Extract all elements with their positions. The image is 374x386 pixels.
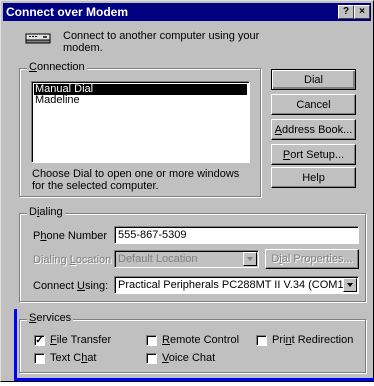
voice-chat-checkbox[interactable] [146, 353, 157, 364]
focus-highlight-vertical [14, 309, 17, 381]
help-button[interactable]: Help [271, 167, 356, 188]
dial-button-label: Dial [304, 74, 323, 86]
file-transfer-checkbox[interactable]: ✓ [34, 335, 45, 346]
close-button[interactable]: × [354, 5, 370, 19]
dialing-location-label: Dialing Location [33, 254, 112, 266]
dialing-group-label: Dialing [27, 206, 65, 218]
connect-over-modem-dialog: Connect over Modem ? × Connect to anothe… [0, 0, 374, 382]
help-button-label: Help [302, 172, 325, 184]
dial-button[interactable]: Dial [271, 69, 356, 90]
phone-number-input[interactable]: 555-867-5309 [114, 226, 359, 244]
modem-icon [25, 33, 51, 44]
address-book-button-label: Address Book... [274, 124, 353, 136]
question-mark-icon: ? [342, 6, 350, 17]
text-chat-label[interactable]: Text Chat [50, 352, 97, 364]
title-bar[interactable]: Connect over Modem ? × [3, 3, 371, 21]
connection-listbox[interactable]: Manual Dial Madeline [31, 81, 250, 163]
remote-control-checkbox[interactable] [146, 335, 157, 346]
cancel-button[interactable]: Cancel [271, 94, 356, 115]
dialing-location-select[interactable]: Default Location [114, 250, 259, 268]
services-group: Services [19, 312, 366, 373]
print-redirection-checkbox[interactable] [256, 335, 267, 346]
list-item[interactable]: Madeline [32, 95, 249, 106]
address-book-button[interactable]: Address Book... [271, 119, 356, 140]
remote-control-label[interactable]: Remote Control [162, 334, 239, 346]
connect-using-value: Practical Peripherals PC288MT II V.34 (C… [118, 279, 348, 291]
text-chat-checkbox[interactable] [34, 353, 45, 364]
close-icon: × [359, 6, 365, 17]
file-transfer-label[interactable]: File Transfer [50, 334, 111, 346]
chevron-down-icon[interactable] [343, 278, 357, 292]
connect-using-select[interactable]: Practical Peripherals PC288MT II V.34 (C… [114, 276, 359, 294]
dial-properties-label: Dial Properties... [271, 253, 353, 265]
dialing-location-value: Default Location [118, 253, 198, 265]
cancel-button-label: Cancel [296, 99, 331, 111]
port-setup-button[interactable]: Port Setup... [271, 144, 356, 165]
intro-text: Connect to another computer using your m… [63, 30, 260, 54]
chevron-down-icon[interactable] [243, 252, 257, 266]
help-title-button[interactable]: ? [338, 5, 354, 19]
connection-description: Choose Dial to open one or more windows … [32, 168, 240, 192]
focus-highlight-horizontal [14, 378, 374, 381]
voice-chat-label[interactable]: Voice Chat [162, 352, 215, 364]
connect-using-label: Connect Using: [33, 280, 109, 292]
print-redirection-label[interactable]: Print Redirection [272, 334, 353, 346]
connection-group-label: Connection [27, 61, 87, 73]
services-group-label: Services [27, 312, 74, 324]
port-setup-button-label: Port Setup... [282, 149, 345, 161]
window-title: Connect over Modem [6, 5, 129, 19]
phone-number-label: Phone Number [33, 230, 108, 242]
dial-properties-button[interactable]: Dial Properties... [265, 249, 359, 269]
